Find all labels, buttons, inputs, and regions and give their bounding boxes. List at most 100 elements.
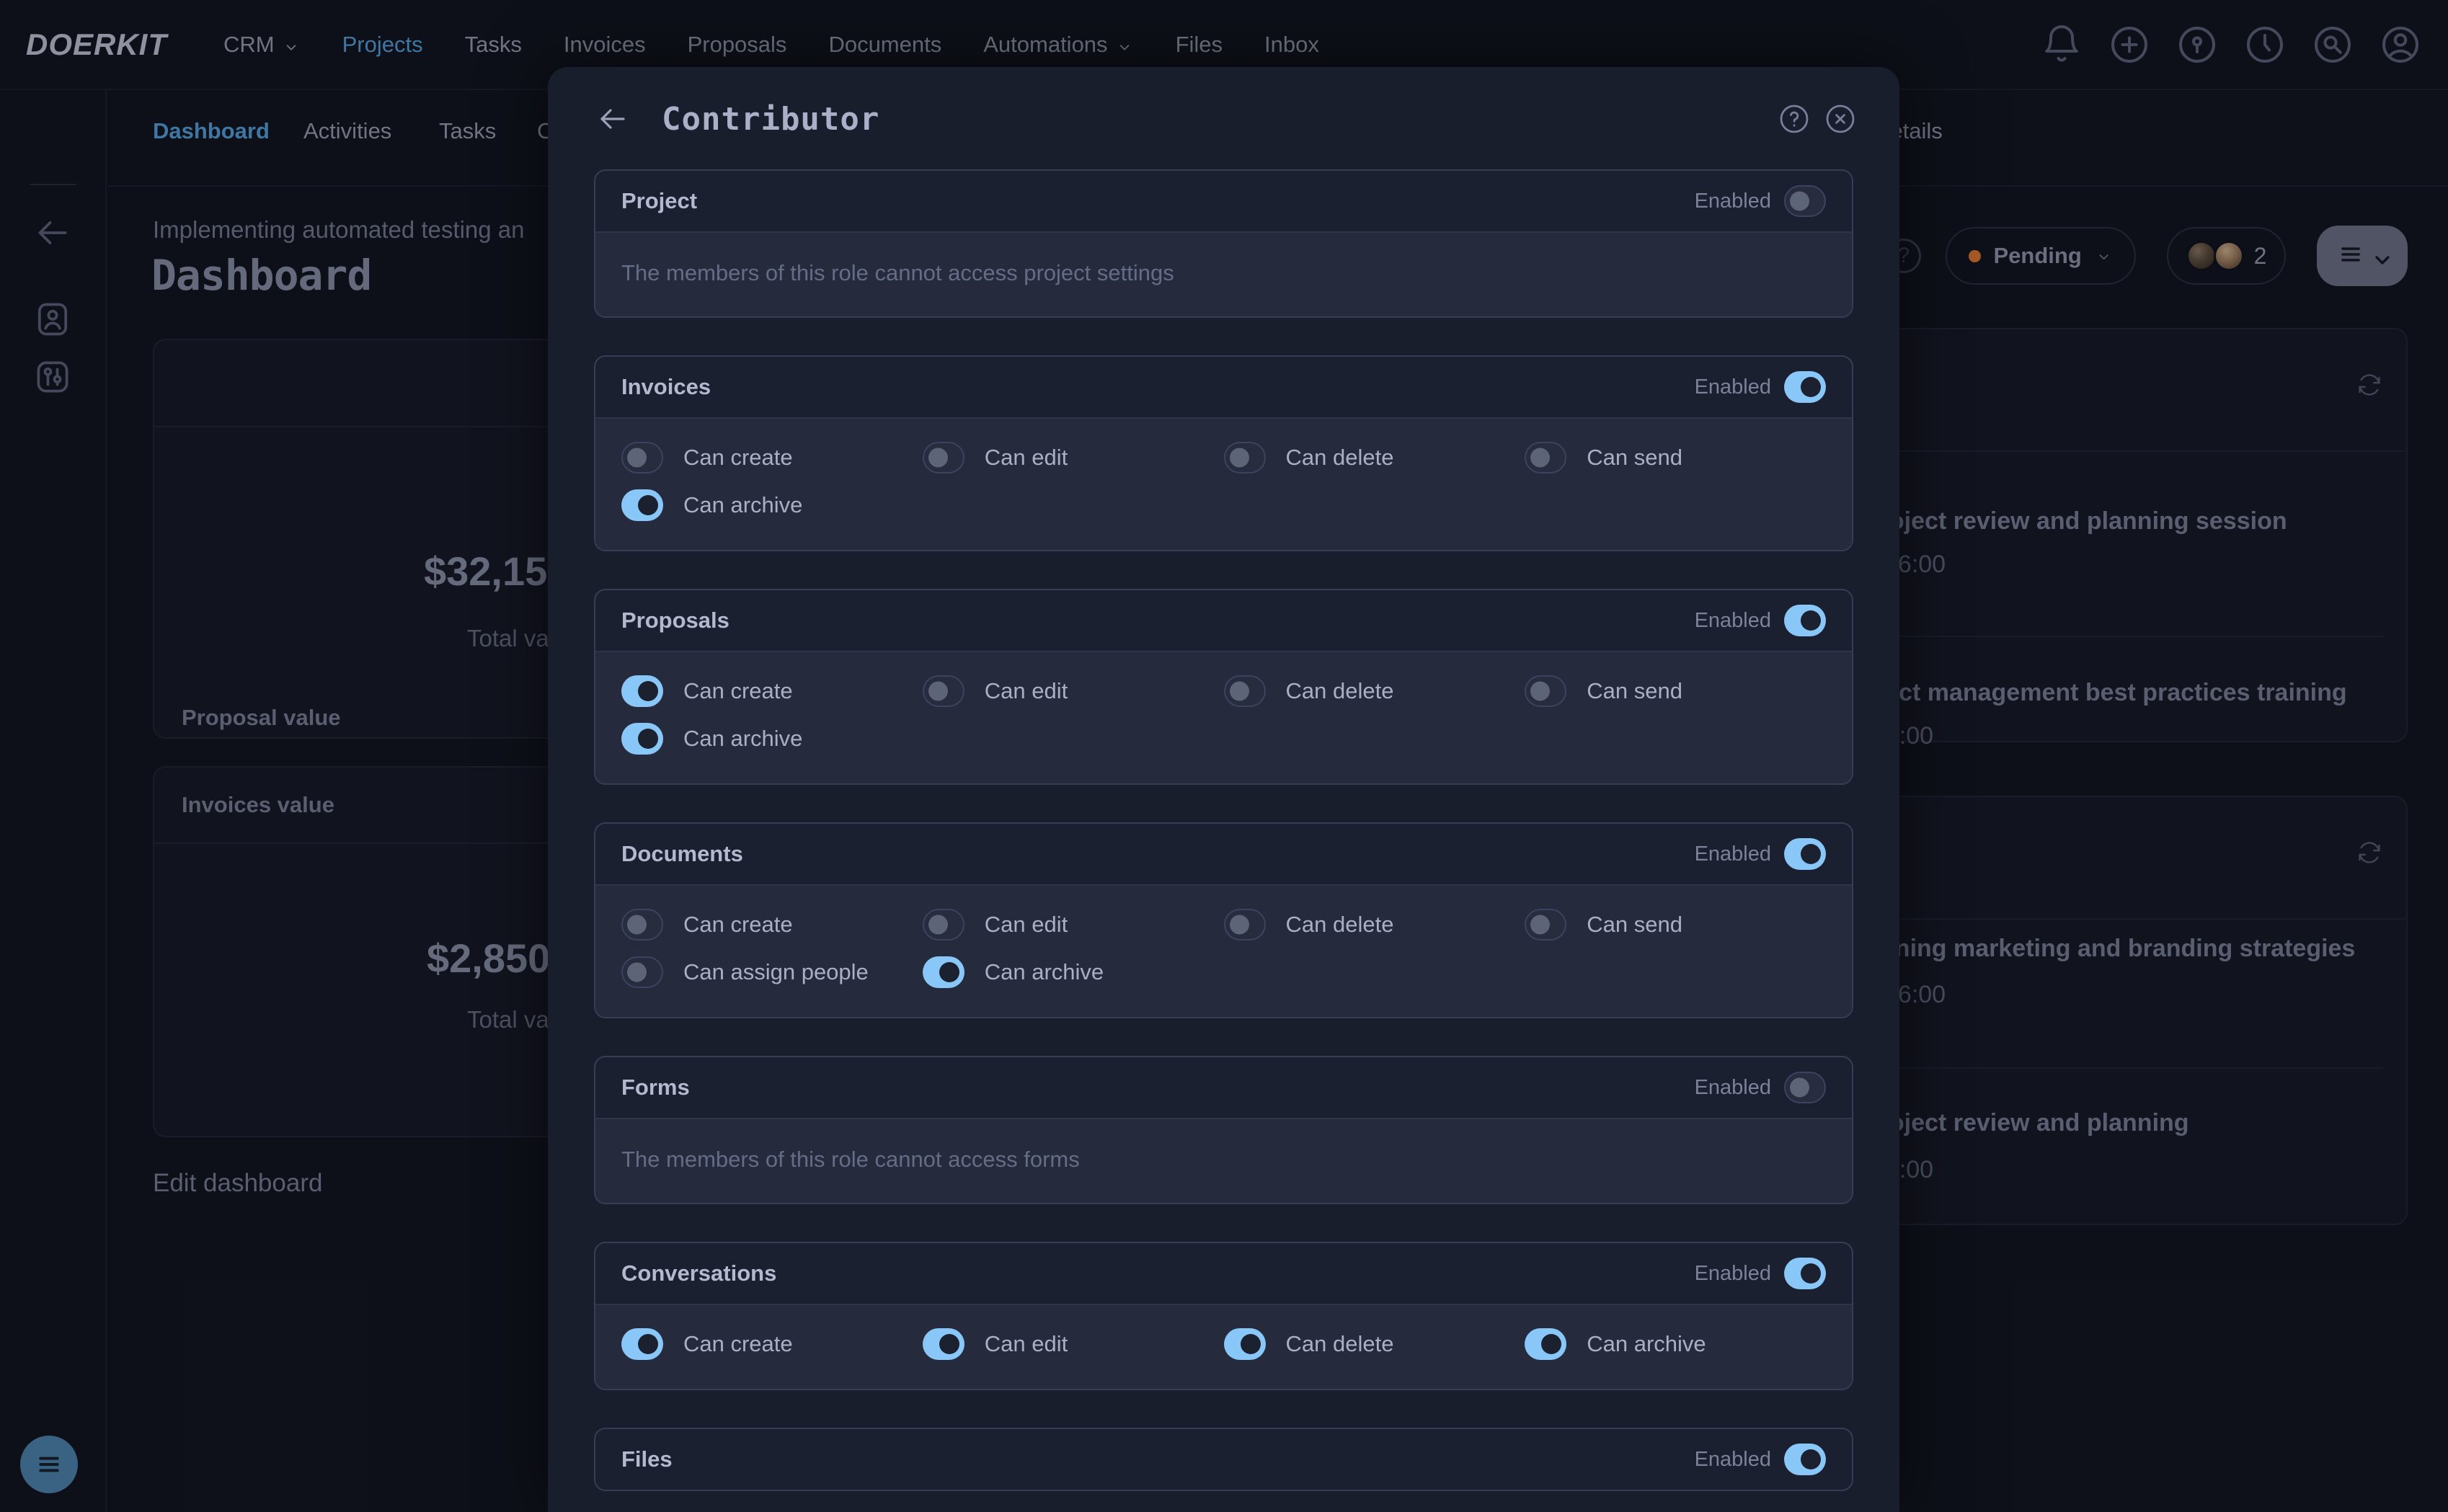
section-enabled: Enabled [1695,371,1826,403]
permission-grid: Can create Can edit Can delete Can send Can … [595,652,1852,783]
permission-can-edit[interactable]: Can edit [923,1328,1224,1360]
permission-label: Can edit [985,445,1068,471]
section-body: Can create Can edit Can delete Can send Can … [595,651,1852,783]
permission-label: Can delete [1286,445,1394,471]
section-enabled: Enabled [1695,605,1826,636]
permission-can-send[interactable]: Can send [1525,675,1826,707]
enabled-toggle[interactable] [1784,371,1826,403]
permission-label: Can delete [1286,1331,1394,1357]
permission-toggle[interactable] [621,489,663,521]
section-title: Project [621,188,697,214]
permission-can-create[interactable]: Can create [621,442,923,473]
permission-label: Can create [683,1331,793,1357]
enabled-label: Enabled [1695,1076,1771,1100]
permission-can-edit[interactable]: Can edit [923,442,1224,473]
permission-toggle[interactable] [621,723,663,755]
section-title: Conversations [621,1260,776,1286]
permission-label: Can edit [985,678,1068,704]
modal-title: Contributor [662,101,879,138]
enabled-toggle[interactable] [1784,1072,1826,1103]
permission-section-forms: FormsEnabledThe members of this role can… [594,1056,1853,1204]
permission-label: Can create [683,445,793,471]
modal-body: Project Enabled The members of this role c… [548,138,1899,1491]
permission-label: Can archive [683,492,802,518]
permission-can-archive[interactable]: Can archive [621,489,923,521]
permission-label: Can delete [1286,678,1394,704]
modal-header: Contributor [548,67,1899,138]
permission-toggle[interactable] [1525,909,1566,940]
section-header: Proposals Enabled [595,590,1852,651]
contributor-role-modal: Contributor Project Enabled The members of… [548,67,1899,1512]
section-body: The members of this role cannot access f… [595,1118,1852,1203]
permission-toggle[interactable] [621,442,663,473]
permission-label: Can archive [985,959,1104,985]
permission-toggle[interactable] [1224,909,1266,940]
permission-can-delete[interactable]: Can delete [1224,675,1525,707]
enabled-toggle[interactable] [1784,605,1826,636]
section-header: FormsEnabled [595,1057,1852,1118]
section-title: Documents [621,841,743,867]
permission-toggle[interactable] [923,909,964,940]
permission-label: Can create [683,912,793,938]
back-button[interactable] [595,102,630,136]
permission-can-archive[interactable]: Can archive [1525,1328,1826,1360]
help-icon[interactable] [1777,102,1811,136]
enabled-label: Enabled [1695,1262,1771,1286]
section-title: Proposals [621,608,729,633]
permission-can-create[interactable]: Can create [621,909,923,940]
section-header: InvoicesEnabled [595,357,1852,417]
permission-toggle[interactable] [1525,675,1566,707]
permission-label: Can send [1587,445,1682,471]
enabled-toggle[interactable] [1784,1258,1826,1289]
permission-label: Can edit [985,1331,1068,1357]
enabled-toggle[interactable] [1784,1444,1826,1475]
permission-label: Can send [1587,678,1682,704]
enabled-label: Enabled [1695,609,1771,633]
app-root: DOERKIT CRMProjectsTasksInvoicesProposal… [0,0,2448,1512]
section-note: The members of this role cannot access p… [595,233,1852,316]
enabled-label: Enabled [1695,375,1771,399]
permission-toggle[interactable] [923,675,964,707]
permission-toggle[interactable] [1525,1328,1566,1360]
permission-can-delete[interactable]: Can delete [1224,1328,1525,1360]
enabled-label: Enabled [1695,1448,1771,1472]
permission-toggle[interactable] [621,1328,663,1360]
permission-toggle[interactable] [923,442,964,473]
permission-label: Can archive [1587,1331,1706,1357]
permission-can-archive[interactable]: Can archive [923,956,1224,988]
permission-section-invoices: InvoicesEnabled Can create Can edit Can del… [594,355,1853,551]
permission-toggle[interactable] [1224,442,1266,473]
permission-can-send[interactable]: Can send [1525,442,1826,473]
section-enabled: Enabled [1695,1444,1826,1475]
section-body: Can create Can edit Can delete Can send Can … [595,417,1852,550]
permission-toggle[interactable] [923,956,964,988]
permission-toggle[interactable] [1224,1328,1266,1360]
permission-can-create[interactable]: Can create [621,675,923,707]
permission-toggle[interactable] [621,675,663,707]
permission-label: Can delete [1286,912,1394,938]
section-enabled: Enabled [1695,1258,1826,1289]
permission-can-archive[interactable]: Can archive [621,723,923,755]
permission-can-assign-people[interactable]: Can assign people [621,956,923,988]
permission-label: Can archive [683,726,802,752]
close-icon[interactable] [1823,102,1858,136]
permission-can-edit[interactable]: Can edit [923,675,1224,707]
permission-can-delete[interactable]: Can delete [1224,442,1525,473]
enabled-toggle[interactable] [1784,838,1826,870]
section-enabled: Enabled [1695,1072,1826,1103]
enabled-toggle[interactable] [1784,185,1826,217]
permission-can-send[interactable]: Can send [1525,909,1826,940]
section-enabled: Enabled [1695,838,1826,870]
permission-can-delete[interactable]: Can delete [1224,909,1525,940]
permission-toggle[interactable] [621,909,663,940]
permission-toggle[interactable] [923,1328,964,1360]
permission-can-create[interactable]: Can create [621,1328,923,1360]
enabled-label: Enabled [1695,842,1771,866]
permission-can-edit[interactable]: Can edit [923,909,1224,940]
section-header: Files Enabled [595,1429,1852,1490]
permission-toggle[interactable] [1525,442,1566,473]
permission-grid: Can create Can edit Can delete Can send Can … [595,419,1852,550]
permission-toggle[interactable] [621,956,663,988]
permission-toggle[interactable] [1224,675,1266,707]
section-title: Files [621,1446,673,1472]
